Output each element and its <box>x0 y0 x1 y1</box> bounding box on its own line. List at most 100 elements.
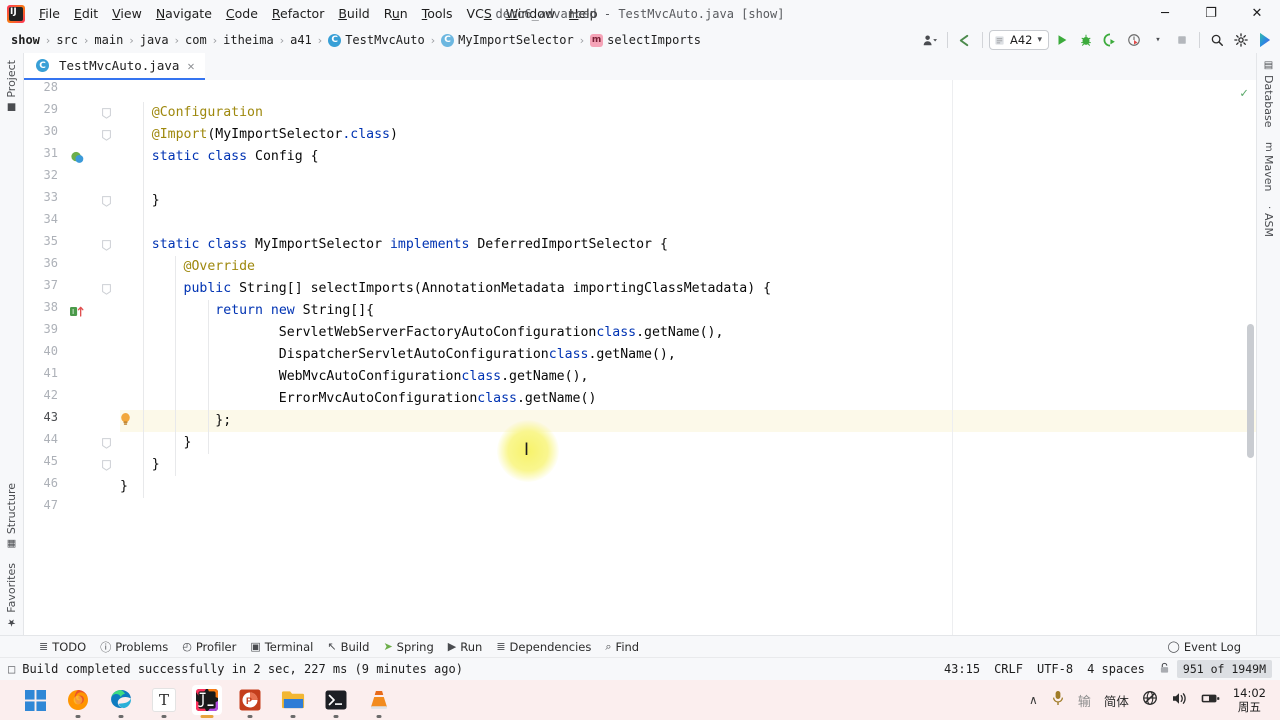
code-line[interactable]: ServletWebServerFactoryAutoConfiguration… <box>120 322 1256 344</box>
breadcrumb-com[interactable]: com <box>182 32 210 48</box>
build-status[interactable]: □ Build completed successfully in 2 sec,… <box>8 662 463 676</box>
terminal-icon[interactable] <box>321 685 351 715</box>
taskbar-clock[interactable]: 14:02 周五 <box>1233 686 1266 714</box>
bottom-tool-dependencies[interactable]: ≣ Dependencies <box>489 638 598 656</box>
menu-code[interactable]: Code <box>219 3 265 24</box>
bottom-tool-problems[interactable]: ⓘ Problems <box>93 637 175 657</box>
code-line[interactable]: @Configuration <box>120 102 1256 124</box>
memory-indicator[interactable]: 951 of 1949M <box>1177 660 1272 678</box>
bottom-tool-find[interactable]: ⌕ Find <box>598 638 646 656</box>
code-fold-marker[interactable] <box>100 437 112 449</box>
code-line[interactable]: @Import(MyImportSelector.class) <box>120 124 1256 146</box>
caret-position[interactable]: 43:15 <box>937 660 987 678</box>
code-line[interactable]: return new String[]{ <box>120 300 1256 322</box>
edge-icon[interactable] <box>106 685 136 715</box>
inspection-status-icon[interactable]: ✓ <box>1240 86 1248 101</box>
volume-icon[interactable] <box>1171 691 1188 710</box>
close-button[interactable]: ✕ <box>1234 0 1280 27</box>
menu-tools[interactable]: Tools <box>415 3 460 24</box>
code-line[interactable]: static class MyImportSelector implements… <box>120 234 1256 256</box>
editor-scrollbar-thumb[interactable] <box>1247 324 1254 458</box>
back-arrow-icon[interactable] <box>954 29 976 51</box>
editor-tab-testmvcauto[interactable]: C TestMvcAuto.java ✕ <box>24 53 205 80</box>
breadcrumb-src[interactable]: src <box>53 32 81 48</box>
breadcrumb-itheima[interactable]: itheima <box>220 32 277 48</box>
ai-assistant-icon[interactable] <box>1254 29 1276 51</box>
powerpoint-icon[interactable]: P <box>235 685 265 715</box>
code-line[interactable]: } <box>120 476 1256 498</box>
maximize-button[interactable]: ❐ <box>1188 0 1234 27</box>
run-with-coverage-button[interactable] <box>1099 29 1121 51</box>
code-line[interactable]: } <box>120 190 1256 212</box>
file-encoding[interactable]: UTF-8 <box>1030 660 1080 678</box>
indent-setting[interactable]: 4 spaces <box>1080 660 1152 678</box>
sidebar-item-favorites[interactable]: ★ Favorites <box>2 556 21 635</box>
code-line[interactable]: DispatcherServletAutoConfigurationclass… <box>120 344 1256 366</box>
code-line[interactable]: } <box>120 432 1256 454</box>
breadcrumb-show[interactable]: show <box>8 32 43 48</box>
code-fold-marker[interactable] <box>100 283 112 295</box>
debug-button[interactable] <box>1075 29 1097 51</box>
stop-button[interactable] <box>1171 29 1193 51</box>
code-fold-marker[interactable] <box>100 195 112 207</box>
code-line[interactable] <box>120 212 1256 234</box>
code-line[interactable]: ErrorMvcAutoConfigurationclass.getName… <box>120 388 1256 410</box>
ime-language-icon[interactable]: 简体 <box>1104 691 1129 710</box>
menu-view[interactable]: View <box>105 3 149 24</box>
close-icon[interactable]: ✕ <box>185 59 196 73</box>
minimize-button[interactable]: ─ <box>1142 0 1188 27</box>
vlc-icon[interactable] <box>364 685 394 715</box>
windows-start-icon[interactable] <box>20 685 50 715</box>
sidebar-item-structure[interactable]: ▦ Structure <box>2 476 21 556</box>
menu-edit[interactable]: Edit <box>67 3 105 24</box>
show-hidden-icons-icon[interactable]: ∧ <box>1029 693 1038 707</box>
bottom-tool-run[interactable]: ▶ Run <box>441 638 490 656</box>
menu-vcs[interactable]: VCS <box>460 3 499 24</box>
firefox-icon[interactable] <box>63 685 93 715</box>
bottom-tool-terminal[interactable]: ▣ Terminal <box>243 638 320 656</box>
user-settings-icon[interactable] <box>919 29 941 51</box>
menu-run[interactable]: Run <box>377 3 415 24</box>
sidebar-item-asm[interactable]: · ASM <box>1259 199 1278 244</box>
network-icon[interactable] <box>1142 690 1158 710</box>
breadcrumb-testmvcauto[interactable]: C TestMvcAuto <box>325 32 427 48</box>
breadcrumb-myimportselector[interactable]: C MyImportSelector <box>438 32 577 48</box>
bottom-tool-event-log[interactable]: ◯ Event Log <box>1161 638 1248 656</box>
code-content[interactable]: @Configuration @Import(MyImportSelector.… <box>120 80 1256 635</box>
sidebar-item-maven[interactable]: m Maven <box>1259 135 1278 199</box>
breadcrumb-main[interactable]: main <box>91 32 126 48</box>
sidebar-item-project[interactable]: ■ Project <box>2 53 21 120</box>
code-line[interactable]: static class Config { <box>120 146 1256 168</box>
menu-build[interactable]: Build <box>331 3 376 24</box>
menu-navigate[interactable]: Navigate <box>149 3 219 24</box>
battery-icon[interactable] <box>1201 692 1220 709</box>
code-fold-marker[interactable] <box>100 239 112 251</box>
code-line[interactable]: public String[] selectImports(Annotation… <box>120 278 1256 300</box>
menu-refactor[interactable]: Refactor <box>265 3 331 24</box>
code-line[interactable]: } <box>120 454 1256 476</box>
code-editor[interactable]: 28 29 30 31 32 33 34 35 36 37 38 39 40 41 42 43 44 45 46 47… <box>24 80 1256 635</box>
code-line[interactable] <box>120 168 1256 190</box>
microphone-icon[interactable] <box>1051 690 1065 710</box>
bottom-tool-profiler[interactable]: ◴ Profiler <box>175 638 243 656</box>
editor-gutter[interactable]: 28 29 30 31 32 33 34 35 36 37 38 39 40 41 42 43 44 45 46 47… <box>24 80 120 635</box>
search-everywhere-icon[interactable] <box>1206 29 1228 51</box>
implementing-method-icon[interactable]: I <box>70 304 86 320</box>
menu-window[interactable]: Window <box>499 3 562 24</box>
code-line[interactable] <box>120 80 1256 102</box>
code-line[interactable]: WebMvcAutoConfigurationclass.getName()… <box>120 366 1256 388</box>
menu-file[interactable]: File <box>32 3 67 24</box>
ime-mode-icon[interactable]: 输 <box>1078 691 1091 710</box>
code-line[interactable]: }; <box>120 410 1256 432</box>
code-line[interactable] <box>120 498 1256 520</box>
bottom-tool-todo[interactable]: ≣ TODO <box>32 638 93 656</box>
spring-bean-icon[interactable] <box>70 150 86 166</box>
intellij-idea-icon[interactable] <box>192 685 222 715</box>
menu-help[interactable]: Help <box>562 3 605 24</box>
code-fold-marker[interactable] <box>100 129 112 141</box>
run-button[interactable] <box>1051 29 1073 51</box>
line-separator[interactable]: CRLF <box>987 660 1030 678</box>
code-line[interactable]: @Override <box>120 256 1256 278</box>
breadcrumb-java[interactable]: java <box>137 32 172 48</box>
run-configuration-selector[interactable]: A42 ▾ <box>989 30 1049 50</box>
